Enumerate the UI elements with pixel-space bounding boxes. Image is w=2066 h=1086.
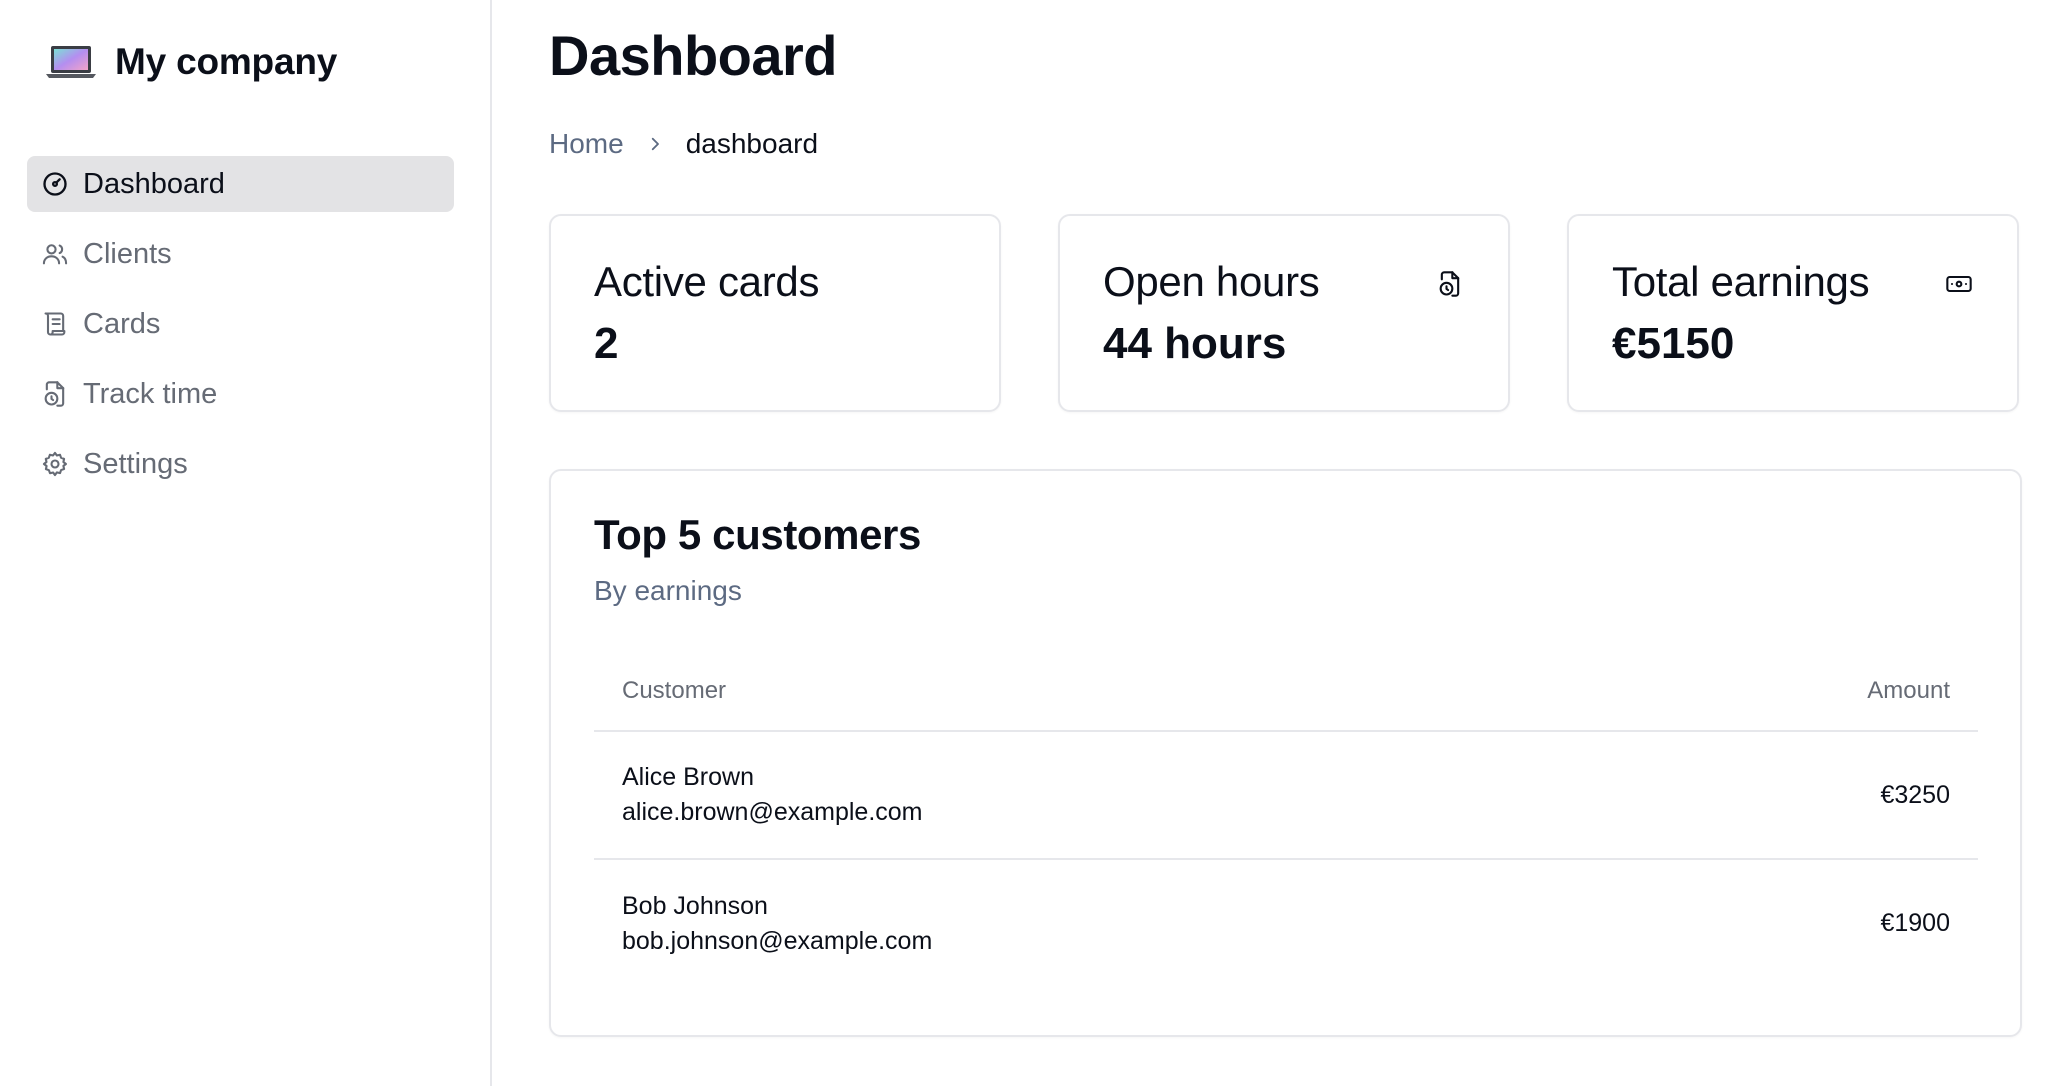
file-clock-icon [41, 380, 69, 408]
sidebar-item-cards[interactable]: Cards [27, 296, 454, 352]
sidebar-item-track-time[interactable]: Track time [27, 366, 454, 422]
card-subtitle: By earnings [594, 575, 742, 606]
customer-name: Alice Brown [622, 763, 754, 791]
column-header-customer: Customer [594, 651, 1598, 732]
amount-cell: €1900 [1880, 909, 1950, 937]
gear-icon [41, 450, 69, 478]
stat-value: €5150 [1612, 319, 1735, 368]
scroll-icon [41, 310, 69, 338]
sidebar: My company Dashboard Clients Cards Track… [0, 0, 492, 1086]
users-icon [41, 240, 69, 268]
sidebar-item-label: Cards [83, 307, 161, 340]
stat-card-open-hours: Open hours 44 hours [1058, 214, 1510, 412]
table-row[interactable]: Alice Brown alice.brown@example.com €325… [594, 731, 1978, 860]
customer-cell: Bob Johnson bob.johnson@example.com [594, 859, 1598, 987]
sidebar-item-label: Clients [83, 237, 172, 270]
top-customers-card: Top 5 customers By earnings Customer Amo… [549, 469, 2022, 1037]
banknote-icon [1945, 270, 1973, 298]
sidebar-item-clients[interactable]: Clients [27, 226, 454, 282]
brand[interactable]: My company [45, 40, 454, 84]
file-clock-icon [1436, 270, 1464, 298]
stat-card-total-earnings: Total earnings €5150 [1567, 214, 2019, 412]
stat-card-active-cards: Active cards 2 [549, 214, 1001, 412]
brand-name: My company [115, 41, 338, 82]
stat-value: 2 [594, 319, 619, 368]
table-header-row: Customer Amount [594, 651, 1978, 732]
customer-cell: Alice Brown alice.brown@example.com [594, 731, 1598, 860]
customers-table: Customer Amount Alice Brown alice.brown@… [594, 651, 1978, 987]
stat-label: Active cards [594, 258, 820, 305]
sidebar-item-dashboard[interactable]: Dashboard [27, 156, 454, 212]
sidebar-nav: Dashboard Clients Cards Track time Setti… [27, 156, 454, 492]
stat-cards: Active cards 2 Open hours 44 hours Total… [549, 214, 2022, 412]
card-title: Top 5 customers [594, 511, 921, 558]
breadcrumb: Home dashboard [549, 126, 2022, 162]
main-content: Dashboard Home dashboard Active cards 2 … [492, 0, 2066, 1086]
breadcrumb-current: dashboard [685, 128, 819, 159]
customer-name: Bob Johnson [622, 891, 768, 920]
stat-label: Open hours [1103, 258, 1320, 305]
sidebar-item-settings[interactable]: Settings [27, 436, 454, 492]
amount-cell: €3250 [1597, 731, 1978, 860]
chevron-right-icon [646, 135, 664, 153]
page-title: Dashboard [549, 24, 838, 87]
sidebar-item-label: Settings [83, 447, 188, 480]
stat-label: Total earnings [1612, 258, 1870, 305]
breadcrumb-home-link[interactable]: Home [549, 128, 624, 160]
app-root: My company Dashboard Clients Cards Track… [0, 0, 2066, 1086]
column-header-amount: Amount [1597, 651, 1978, 732]
gauge-icon [41, 170, 69, 198]
customer-email: alice.brown@example.com [622, 798, 923, 826]
table-row[interactable]: Bob Johnson bob.johnson@example.com €190… [594, 859, 1978, 987]
laptop-icon [45, 44, 97, 80]
sidebar-item-label: Track time [83, 377, 218, 410]
stat-value: 44 hours [1103, 319, 1287, 368]
customer-email: bob.johnson@example.com [622, 926, 933, 955]
sidebar-item-label: Dashboard [83, 167, 225, 200]
